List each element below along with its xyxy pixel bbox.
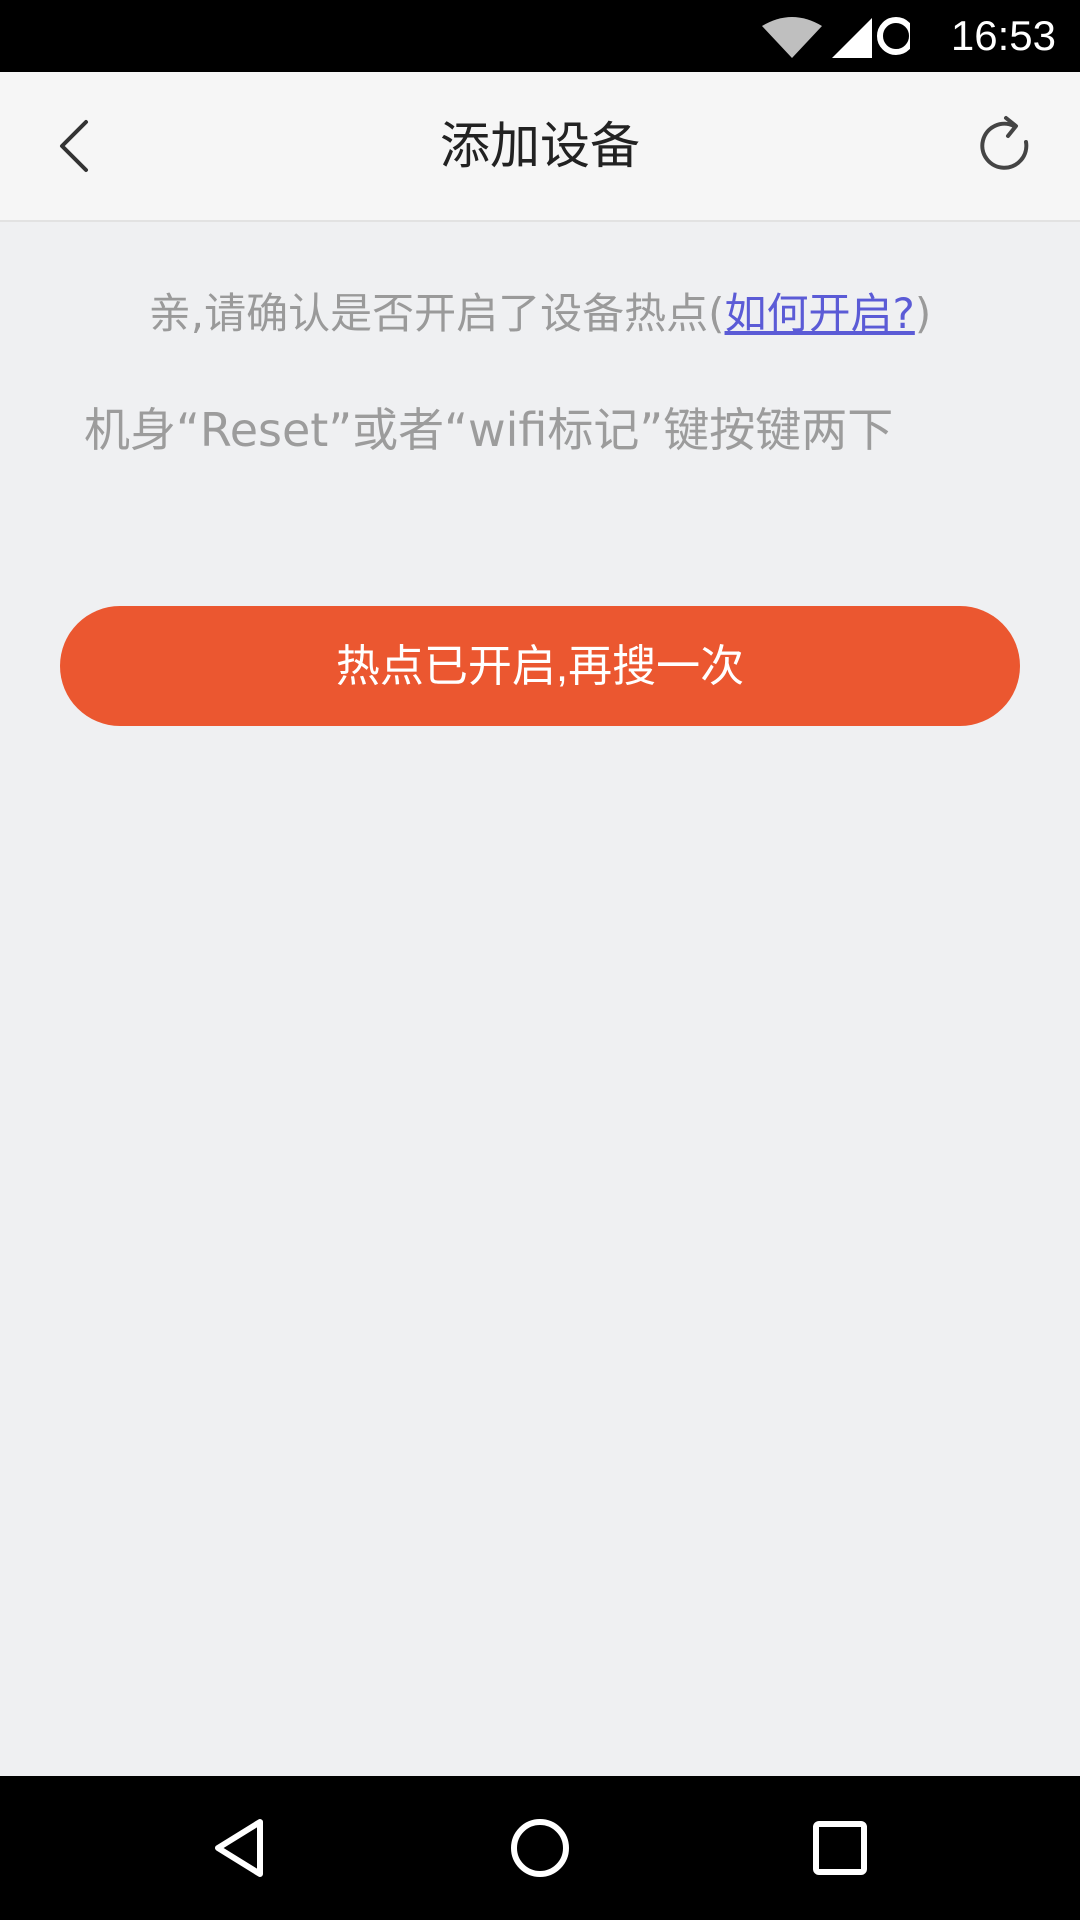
status-icons bbox=[760, 12, 915, 60]
wifi-icon bbox=[762, 17, 822, 58]
status-time: 16:53 bbox=[950, 12, 1056, 59]
refresh-icon bbox=[980, 116, 1029, 170]
nav-home-icon bbox=[511, 1819, 569, 1877]
nav-recents-icon bbox=[813, 1821, 867, 1875]
app-header: 添加设备 bbox=[0, 72, 1080, 222]
confirm-prefix: 亲,请确认是否开启了设备热点( bbox=[148, 289, 725, 338]
nav-home-button[interactable] bbox=[500, 1808, 580, 1888]
how-to-enable-link[interactable]: 如何开启? bbox=[725, 289, 915, 338]
status-bar: 16:53 bbox=[0, 0, 1080, 72]
nav-recents-button[interactable] bbox=[800, 1808, 880, 1888]
system-nav-bar bbox=[0, 1776, 1080, 1920]
chevron-left-icon bbox=[60, 120, 88, 172]
status-icons-svg bbox=[762, 17, 915, 58]
refresh-button[interactable] bbox=[968, 112, 1040, 184]
back-button[interactable] bbox=[40, 106, 120, 186]
reset-instruction: 机身“Reset”或者“wifi标记”键按键两下 bbox=[84, 403, 894, 457]
page-title: 添加设备 bbox=[440, 117, 640, 175]
nav-back-icon bbox=[215, 1819, 263, 1877]
nav-back-button[interactable] bbox=[202, 1808, 282, 1888]
confirm-suffix: ) bbox=[914, 289, 932, 338]
loading-icon bbox=[877, 17, 915, 55]
cell-signal-icon bbox=[832, 18, 872, 58]
hotspot-confirm-text: 亲,请确认是否开启了设备热点(如何开启?) bbox=[0, 282, 1080, 346]
retry-search-button[interactable]: 热点已开启,再搜一次 bbox=[60, 606, 1020, 726]
